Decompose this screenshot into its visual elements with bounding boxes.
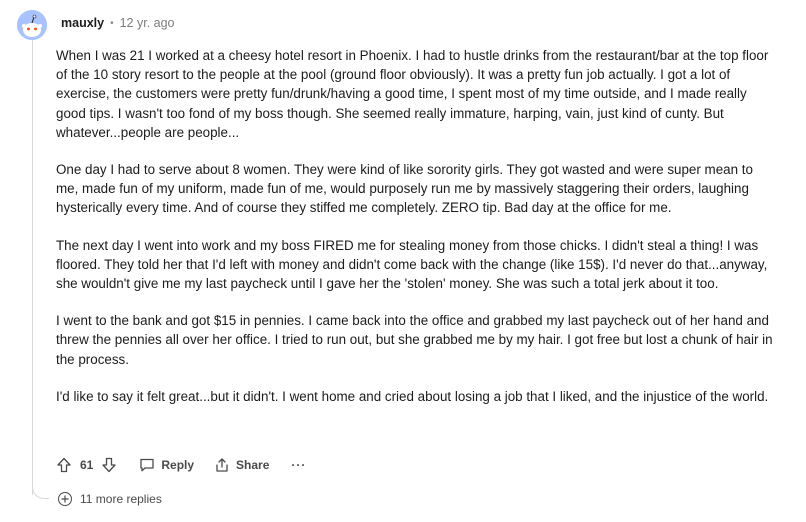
avatar[interactable] [17, 10, 47, 40]
comment-meta: mauxly • 12 yr. ago [61, 16, 175, 30]
reply-label: Reply [161, 458, 195, 472]
downvote-arrow-icon [102, 457, 117, 473]
comment-paragraph: I'd like to say it felt great...but it d… [56, 388, 769, 404]
comment-paragraph: The next day I went into work and my bos… [56, 237, 768, 292]
snoo-avatar-icon [17, 10, 47, 40]
comment-paragraph: When I was 21 I worked at a cheesy hotel… [56, 48, 769, 140]
plus-circle-icon [58, 492, 72, 506]
share-icon [216, 458, 228, 472]
timestamp[interactable]: 12 yr. ago [120, 16, 175, 30]
comment-bubble-icon [140, 458, 155, 472]
thread-connector [32, 470, 49, 499]
comment-paragraph: I went to the bank and got $15 in pennie… [56, 313, 773, 367]
username-link[interactable]: mauxly [61, 16, 104, 30]
vote-score: 61 [80, 458, 94, 472]
share-button[interactable]: Share [214, 457, 269, 473]
more-replies-label: 11 more replies [80, 492, 162, 506]
downvote-button[interactable] [99, 455, 119, 475]
share-label: Share [236, 458, 270, 472]
thread-line[interactable] [32, 40, 33, 495]
reply-button[interactable]: Reply [139, 457, 194, 473]
meta-separator: • [110, 17, 114, 29]
more-options-button[interactable]: ··· [291, 458, 306, 472]
more-replies-link[interactable]: 11 more replies [58, 492, 162, 506]
comment-body: When I was 21 I worked at a cheesy hotel… [56, 46, 776, 424]
upvote-arrow-icon [57, 457, 71, 473]
comment-paragraph: One day I had to serve about 8 women. Th… [56, 162, 753, 216]
comment-actions: 61 Reply Share ··· [54, 455, 306, 475]
upvote-button[interactable] [54, 455, 74, 475]
